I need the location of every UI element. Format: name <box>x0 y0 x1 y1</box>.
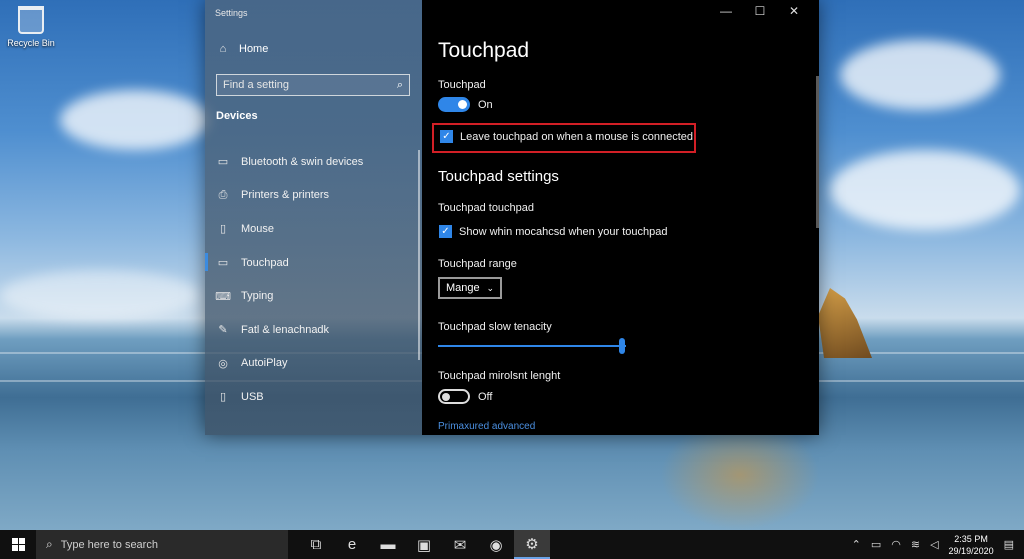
leave-touchpad-on-checkbox[interactable]: ✓ <box>440 130 453 143</box>
touchpad-label: Touchpad <box>438 79 486 91</box>
recycle-bin-icon <box>18 6 44 34</box>
show-option-row[interactable]: ✓ Show whin mocahcsd when your touchpad <box>439 225 668 238</box>
taskbar-search-input[interactable] <box>60 538 261 551</box>
sidebar-item-label: Bluetooth & swin devices <box>241 155 364 168</box>
settings-content: — ☐ ✕ Touchpad Touchpad On ✓ Leave touch… <box>422 0 819 435</box>
notifications-icon[interactable]: ▤ <box>1004 538 1014 551</box>
sidebar-item-pen[interactable]: ✎ Fatl & lenachnadk <box>205 313 422 347</box>
touchpad-settings-heading: Touchpad settings <box>438 168 559 185</box>
home-label: Home <box>239 43 269 55</box>
wifi-icon[interactable]: ≋ <box>911 538 920 551</box>
cloud <box>830 150 1020 230</box>
sidebar-nav-list: ▭ Bluetooth & swin devices ⎙ Printers & pri… <box>205 145 422 414</box>
file-explorer-icon[interactable]: ▬ <box>370 530 406 559</box>
usb-icon: ▯ <box>219 391 227 404</box>
settings-icon[interactable]: ⚙ <box>514 530 550 559</box>
touchpad-range-dropdown[interactable]: Mange ⌄ <box>438 277 502 299</box>
home-nav-item[interactable]: ⌂ Home <box>217 43 269 55</box>
window-title: Settings <box>215 8 248 18</box>
close-button[interactable]: ✕ <box>777 4 811 18</box>
length-toggle[interactable] <box>438 389 470 404</box>
length-toggle-state: Off <box>478 391 493 403</box>
sidebar-item-printer[interactable]: ⎙ Printers & printers <box>205 179 422 213</box>
length-label: Touchpad mirolsnt lenght <box>438 370 561 382</box>
store-icon[interactable]: ▣ <box>406 530 442 559</box>
search-icon[interactable]: ⌕ <box>397 79 403 92</box>
sidebar-item-label: AutoiPlay <box>241 357 288 370</box>
sidebar-item-bluetooth[interactable]: ▭ Bluetooth & swin devices <box>205 145 422 179</box>
chevron-up-icon[interactable]: ⌃ <box>852 538 861 551</box>
mail-icon[interactable]: ✉ <box>442 530 478 559</box>
chevron-down-icon: ⌄ <box>486 282 494 293</box>
autoplay-icon: ◎ <box>218 357 228 370</box>
task-view-icon[interactable]: ⧉ <box>298 530 334 559</box>
system-tray: ⌃ ▭ ◠ ≋ ◁ 2:35 PM 29/19/2020 ▤ <box>852 533 1024 557</box>
sidebar-item-mouse[interactable]: ▯ Mouse <box>205 212 422 246</box>
sidebar-item-touchpad[interactable]: ▭ Touchpad <box>205 246 422 280</box>
clock-date: 29/19/2020 <box>948 545 994 556</box>
cloud <box>60 90 210 150</box>
maximize-button[interactable]: ☐ <box>743 4 777 18</box>
start-button[interactable] <box>0 530 36 559</box>
touchpad-range-value: Mange <box>446 282 480 294</box>
touchpad-icon: ▭ <box>217 257 229 270</box>
touchpad-range-label: Touchpad range <box>438 258 517 270</box>
slow-tenacity-slider-track[interactable] <box>438 345 626 347</box>
clock-time: 2:35 PM <box>954 533 988 544</box>
sidebar-item-label: Mouse <box>241 222 275 235</box>
sidebar-item-label: Typing <box>241 290 274 303</box>
network-icon[interactable]: ◠ <box>891 538 901 551</box>
search-icon: ⌕ <box>46 537 53 551</box>
rock-formation <box>818 288 872 358</box>
show-option-label: Show whin mocahcsd when your touchpad <box>459 225 668 238</box>
leave-touchpad-on-label: Leave touchpad on when a mouse is connec… <box>460 130 693 143</box>
pen-icon: ✎ <box>218 324 228 337</box>
printer-icon: ⎙ <box>218 188 228 201</box>
battery-icon[interactable]: ▭ <box>871 538 881 551</box>
sidebar-item-label: Printers & printers <box>241 189 330 202</box>
settings-search-input[interactable] <box>223 79 383 91</box>
touchpad-toggle-state: On <box>478 99 493 111</box>
slow-tenacity-slider-thumb[interactable] <box>619 338 626 354</box>
sidebar-section-devices: Devices <box>216 110 258 122</box>
clock[interactable]: 2:35 PM 29/19/2020 <box>949 533 994 557</box>
edge-icon[interactable]: e <box>334 530 370 559</box>
recycle-bin[interactable]: Recycle Bin <box>6 6 56 48</box>
home-icon: ⌂ <box>219 43 227 55</box>
slow-tenacity-label: Touchpad slow tenacity <box>438 321 552 333</box>
volume-icon[interactable]: ◁ <box>930 538 938 551</box>
cloud <box>0 270 200 320</box>
sidebar-item-keyboard[interactable]: ⌨ Typing <box>205 279 422 313</box>
show-option-checkbox[interactable]: ✓ <box>439 225 452 238</box>
sidebar-item-usb[interactable]: ▯ USB <box>205 380 422 414</box>
leave-touchpad-on-row[interactable]: ✓ Leave touchpad on when a mouse is conn… <box>440 130 693 143</box>
chrome-icon[interactable]: ◉ <box>478 530 514 559</box>
sidebar-item-label: Touchpad <box>241 256 289 269</box>
rock-reflection <box>660 420 820 530</box>
keyboard-icon: ⌨ <box>215 290 231 303</box>
taskbar-search-box[interactable]: ⌕ <box>36 530 288 559</box>
sidebar-scrollbar[interactable] <box>418 150 420 360</box>
touchpad-toggle[interactable] <box>438 97 470 112</box>
minimize-button[interactable]: — <box>709 4 743 18</box>
bluetooth-icon: ▭ <box>217 156 229 169</box>
settings-sidebar: Settings ⌂ Home ⌕ Devices ▭ Bluetooth & s… <box>205 0 422 435</box>
taskbar: ⌕ ⧉e▬▣✉◉⚙ ⌃ ▭ ◠ ≋ ◁ 2:35 PM 29/19/2020 ▤ <box>0 530 1024 559</box>
page-title: Touchpad <box>438 39 530 62</box>
windows-logo-icon <box>11 538 25 551</box>
sidebar-item-autoplay[interactable]: ◎ AutoiPlay <box>205 347 422 381</box>
sidebar-item-label: Fatl & lenachnadk <box>241 323 330 336</box>
sidebar-item-label: USB <box>241 390 264 403</box>
taskbar-apps: ⧉ e ▬ ▣ ✉ ◉ ⚙ <box>298 530 550 559</box>
cloud <box>840 40 1000 110</box>
content-scrollbar[interactable] <box>816 76 819 228</box>
settings-window: Settings ⌂ Home ⌕ Devices ▭ Bluetooth & s… <box>205 0 819 435</box>
advanced-link[interactable]: Primaxured advanced <box>438 421 535 432</box>
recycle-bin-label: Recycle Bin <box>7 38 55 48</box>
mouse-icon: ▯ <box>219 223 227 236</box>
window-controls: — ☐ ✕ <box>709 4 811 18</box>
touchpad-touchpad-label: Touchpad touchpad <box>438 202 535 214</box>
settings-search-box[interactable]: ⌕ <box>216 74 410 96</box>
